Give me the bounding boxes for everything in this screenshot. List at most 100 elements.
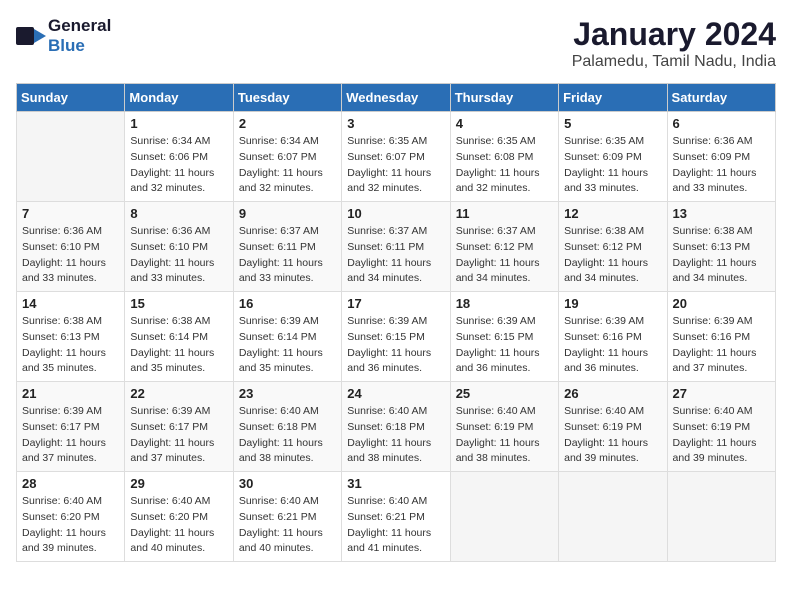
day-number: 25 (456, 386, 553, 401)
day-number: 20 (673, 296, 770, 311)
week-row-2: 7 Sunrise: 6:36 AMSunset: 6:10 PMDaylight… (17, 202, 776, 292)
week-row-1: 1Sunrise: 6:34 AMSunset: 6:06 PMDaylight… (17, 112, 776, 202)
logo-blue: Blue (48, 36, 85, 55)
calendar-cell: 14Sunrise: 6:38 AMSunset: 6:13 PMDayligh… (17, 292, 125, 382)
cell-content: Sunrise: 6:39 AMSunset: 6:14 PMDaylight:… (239, 314, 336, 377)
week-row-4: 21 Sunrise: 6:39 AMSunset: 6:17 PMDayligh… (17, 382, 776, 472)
cell-content: Sunrise: 6:39 AMSunset: 6:17 PMDaylight:… (130, 404, 227, 467)
calendar-cell: 16 Sunrise: 6:39 AMSunset: 6:14 PMDayligh… (233, 292, 341, 382)
logo-icon (16, 25, 46, 47)
header-friday: Friday (559, 84, 667, 112)
week-row-3: 14Sunrise: 6:38 AMSunset: 6:13 PMDayligh… (17, 292, 776, 382)
day-number: 7 (22, 206, 119, 221)
header-tuesday: Tuesday (233, 84, 341, 112)
title-block: January 2024 Palamedu, Tamil Nadu, India (572, 16, 776, 71)
cell-content: Sunrise: 6:40 AMSunset: 6:21 PMDaylight:… (347, 494, 444, 557)
calendar-cell: 18Sunrise: 6:39 AMSunset: 6:15 PMDayligh… (450, 292, 558, 382)
day-number: 29 (130, 476, 227, 491)
calendar-cell: 10Sunrise: 6:37 AMSunset: 6:11 PMDayligh… (342, 202, 450, 292)
day-number: 23 (239, 386, 336, 401)
day-number: 18 (456, 296, 553, 311)
calendar-header-row: SundayMondayTuesdayWednesdayThursdayFrid… (17, 84, 776, 112)
cell-content: Sunrise: 6:39 AMSunset: 6:16 PMDaylight:… (673, 314, 770, 377)
day-number: 13 (673, 206, 770, 221)
calendar-cell: 12 Sunrise: 6:38 AMSunset: 6:12 PMDayligh… (559, 202, 667, 292)
calendar-cell: 23 Sunrise: 6:40 AMSunset: 6:18 PMDayligh… (233, 382, 341, 472)
cell-content: Sunrise: 6:40 AMSunset: 6:19 PMDaylight:… (564, 404, 661, 467)
day-number: 9 (239, 206, 336, 221)
calendar-cell: 21 Sunrise: 6:39 AMSunset: 6:17 PMDayligh… (17, 382, 125, 472)
day-number: 3 (347, 116, 444, 131)
header-sunday: Sunday (17, 84, 125, 112)
logo-general: General (48, 16, 111, 35)
day-number: 27 (673, 386, 770, 401)
calendar-cell: 27 Sunrise: 6:40 AMSunset: 6:19 PMDayligh… (667, 382, 775, 472)
cell-content: Sunrise: 6:35 AMSunset: 6:07 PMDaylight:… (347, 134, 444, 197)
day-number: 5 (564, 116, 661, 131)
cell-content: Sunrise: 6:40 AMSunset: 6:20 PMDaylight:… (130, 494, 227, 557)
calendar-table: SundayMondayTuesdayWednesdayThursdayFrid… (16, 83, 776, 562)
calendar-cell: 4Sunrise: 6:35 AMSunset: 6:08 PMDaylight… (450, 112, 558, 202)
cell-content: Sunrise: 6:39 AMSunset: 6:17 PMDaylight:… (22, 404, 119, 467)
page-title: January 2024 (572, 16, 776, 53)
day-number: 16 (239, 296, 336, 311)
day-number: 30 (239, 476, 336, 491)
header-monday: Monday (125, 84, 233, 112)
calendar-cell: 17 Sunrise: 6:39 AMSunset: 6:15 PMDayligh… (342, 292, 450, 382)
calendar-cell: 1Sunrise: 6:34 AMSunset: 6:06 PMDaylight… (125, 112, 233, 202)
header-saturday: Saturday (667, 84, 775, 112)
cell-content: Sunrise: 6:36 AMSunset: 6:09 PMDaylight:… (673, 134, 770, 197)
cell-content: Sunrise: 6:38 AMSunset: 6:13 PMDaylight:… (673, 224, 770, 287)
cell-content: Sunrise: 6:37 AMSunset: 6:11 PMDaylight:… (239, 224, 336, 287)
cell-content: Sunrise: 6:40 AMSunset: 6:19 PMDaylight:… (673, 404, 770, 467)
cell-content: Sunrise: 6:39 AMSunset: 6:16 PMDaylight:… (564, 314, 661, 377)
calendar-cell: 30 Sunrise: 6:40 AMSunset: 6:21 PMDayligh… (233, 472, 341, 562)
calendar-cell: 28Sunrise: 6:40 AMSunset: 6:20 PMDayligh… (17, 472, 125, 562)
logo: General Blue (16, 16, 111, 56)
calendar-cell: 19 Sunrise: 6:39 AMSunset: 6:16 PMDayligh… (559, 292, 667, 382)
day-number: 19 (564, 296, 661, 311)
calendar-cell: 25 Sunrise: 6:40 AMSunset: 6:19 PMDayligh… (450, 382, 558, 472)
cell-content: Sunrise: 6:38 AMSunset: 6:13 PMDaylight:… (22, 314, 119, 377)
cell-content: Sunrise: 6:40 AMSunset: 6:19 PMDaylight:… (456, 404, 553, 467)
cell-content: Sunrise: 6:40 AMSunset: 6:20 PMDaylight:… (22, 494, 119, 557)
calendar-cell: 22 Sunrise: 6:39 AMSunset: 6:17 PMDayligh… (125, 382, 233, 472)
cell-content: Sunrise: 6:34 AMSunset: 6:07 PMDaylight:… (239, 134, 336, 197)
day-number: 22 (130, 386, 227, 401)
calendar-cell: 24Sunrise: 6:40 AMSunset: 6:18 PMDayligh… (342, 382, 450, 472)
cell-content: Sunrise: 6:38 AMSunset: 6:14 PMDaylight:… (130, 314, 227, 377)
cell-content: Sunrise: 6:38 AMSunset: 6:12 PMDaylight:… (564, 224, 661, 287)
cell-content: Sunrise: 6:40 AMSunset: 6:18 PMDaylight:… (239, 404, 336, 467)
calendar-cell (17, 112, 125, 202)
calendar-cell (667, 472, 775, 562)
day-number: 8 (130, 206, 227, 221)
calendar-cell: 13 Sunrise: 6:38 AMSunset: 6:13 PMDayligh… (667, 202, 775, 292)
day-number: 17 (347, 296, 444, 311)
calendar-cell: 15 Sunrise: 6:38 AMSunset: 6:14 PMDayligh… (125, 292, 233, 382)
calendar-cell: 29 Sunrise: 6:40 AMSunset: 6:20 PMDayligh… (125, 472, 233, 562)
calendar-cell (559, 472, 667, 562)
cell-content: Sunrise: 6:36 AMSunset: 6:10 PMDaylight:… (22, 224, 119, 287)
cell-content: Sunrise: 6:39 AMSunset: 6:15 PMDaylight:… (347, 314, 444, 377)
cell-content: Sunrise: 6:40 AMSunset: 6:21 PMDaylight:… (239, 494, 336, 557)
calendar-cell: 31 Sunrise: 6:40 AMSunset: 6:21 PMDayligh… (342, 472, 450, 562)
calendar-cell: 8Sunrise: 6:36 AMSunset: 6:10 PMDaylight… (125, 202, 233, 292)
calendar-cell: 7 Sunrise: 6:36 AMSunset: 6:10 PMDaylight… (17, 202, 125, 292)
day-number: 10 (347, 206, 444, 221)
page-header: General Blue January 2024 Palamedu, Tami… (16, 16, 776, 71)
day-number: 15 (130, 296, 227, 311)
cell-content: Sunrise: 6:37 AMSunset: 6:12 PMDaylight:… (456, 224, 553, 287)
day-number: 31 (347, 476, 444, 491)
calendar-cell: 5 Sunrise: 6:35 AMSunset: 6:09 PMDaylight… (559, 112, 667, 202)
day-number: 1 (130, 116, 227, 131)
header-thursday: Thursday (450, 84, 558, 112)
cell-content: Sunrise: 6:35 AMSunset: 6:09 PMDaylight:… (564, 134, 661, 197)
calendar-cell: 2 Sunrise: 6:34 AMSunset: 6:07 PMDaylight… (233, 112, 341, 202)
day-number: 12 (564, 206, 661, 221)
calendar-cell: 26Sunrise: 6:40 AMSunset: 6:19 PMDayligh… (559, 382, 667, 472)
day-number: 21 (22, 386, 119, 401)
day-number: 11 (456, 206, 553, 221)
day-number: 2 (239, 116, 336, 131)
calendar-cell (450, 472, 558, 562)
day-number: 24 (347, 386, 444, 401)
